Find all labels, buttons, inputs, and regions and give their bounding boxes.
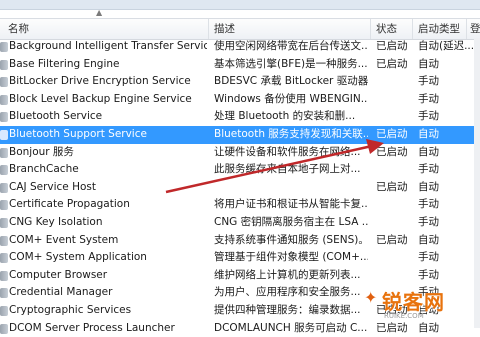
watermark-text: 锐客网: [382, 290, 445, 314]
watermark-icon: ✦: [364, 288, 378, 307]
watermark-logo: ✦ 锐客网 RUIKE.COM: [362, 280, 480, 328]
watermark-subtext: RUIKE.COM: [384, 312, 424, 320]
annotation-arrow-icon: [165, 139, 384, 194]
